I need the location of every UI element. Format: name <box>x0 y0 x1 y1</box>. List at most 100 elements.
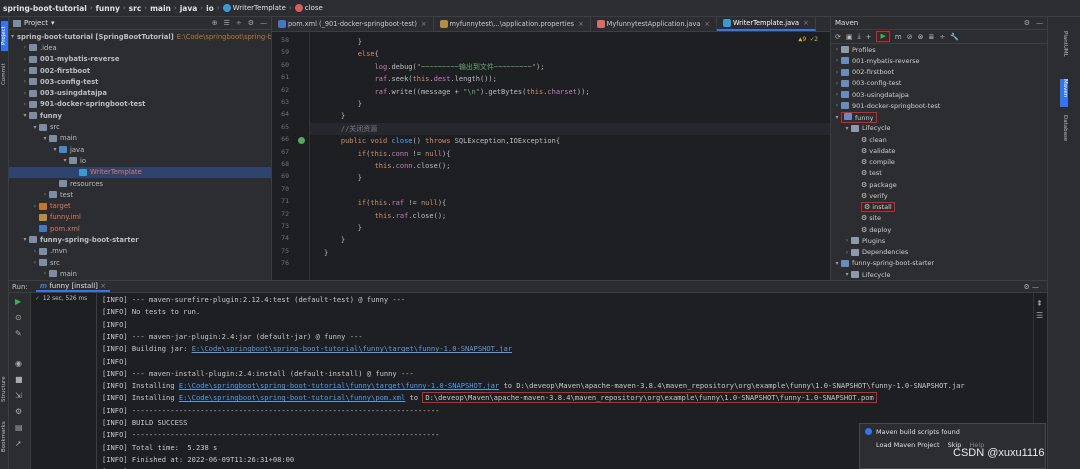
chevron-right-icon[interactable]: › <box>833 46 841 53</box>
gear-icon[interactable]: ⚙ <box>248 19 254 27</box>
project-tree-row[interactable]: WriterTemplate <box>9 166 271 178</box>
maven-tree-row[interactable]: › Dependencies <box>831 247 1047 258</box>
soft-wrap-icon[interactable]: ☰ <box>1036 311 1043 320</box>
collapse-icon[interactable]: ÷ <box>939 33 945 41</box>
chevron-down-icon[interactable]: ▾ <box>11 33 14 40</box>
project-tree-row[interactable]: › target <box>9 200 271 211</box>
code-line[interactable]: raf.write((message + "\n").getBytes(this… <box>310 86 830 98</box>
locate-icon[interactable]: ⊕ <box>212 19 218 27</box>
breadcrumb-item[interactable]: io <box>206 4 214 13</box>
breadcrumb-class[interactable]: WriterTemplate <box>233 4 286 12</box>
maven-tree-row[interactable]: ▾ funny <box>831 111 1047 123</box>
chevron-right-icon[interactable]: › <box>843 237 851 244</box>
code-line[interactable]: if(this.raf != null){ <box>310 197 830 209</box>
project-tree-row[interactable]: ▾ src <box>9 121 271 132</box>
maven-tree-row[interactable]: › Profiles <box>831 44 1047 55</box>
code-line[interactable] <box>310 259 830 271</box>
project-tree-row[interactable]: › .mvn <box>9 246 271 257</box>
gear-icon[interactable]: ⚙ <box>1024 19 1030 27</box>
code-area[interactable]: } else{ log.debug("~~~~~~~~~输出到文件~~~~~~~… <box>310 32 830 280</box>
maven-tree-row[interactable]: ⚙ validate <box>831 145 1047 156</box>
chevron-down-icon[interactable]: ▾ <box>843 125 851 132</box>
code-line[interactable]: } <box>310 36 830 48</box>
chevron-down-icon[interactable]: ▾ <box>21 112 29 119</box>
chevron-down-icon[interactable]: ▾ <box>51 19 55 27</box>
project-tree-row[interactable]: › .idea <box>9 42 271 53</box>
code-line[interactable]: } <box>310 110 830 122</box>
code-line[interactable]: } <box>310 234 830 246</box>
maven-tree-row[interactable]: › 002-firstboot <box>831 67 1047 78</box>
code-line[interactable]: } <box>310 98 830 110</box>
close-icon[interactable]: × <box>803 19 809 27</box>
code-line[interactable] <box>310 185 830 197</box>
chevron-right-icon[interactable]: › <box>21 67 29 74</box>
code-line[interactable]: raf.seek(this.dest.length()); <box>310 73 830 85</box>
close-icon[interactable]: × <box>421 20 427 28</box>
code-line[interactable]: //关闭资源 <box>310 122 830 135</box>
project-tree-row[interactable]: › 001-mybatis-reverse <box>9 54 271 65</box>
gear-icon[interactable]: ⚙ — <box>1023 283 1039 291</box>
project-tree-row[interactable]: › test <box>9 189 271 200</box>
download-icon[interactable]: ⤓ <box>858 32 861 41</box>
chevron-right-icon[interactable]: › <box>21 78 29 85</box>
project-tree-row[interactable]: › main <box>9 268 271 279</box>
project-tree-row[interactable]: pom.xml <box>9 223 271 234</box>
project-tree-row[interactable]: ▾ spring-boot-tutorial [SpringBootTutoria… <box>9 31 271 42</box>
maven-tree-row[interactable]: ▾ Lifecycle <box>831 123 1047 134</box>
chevron-down-icon[interactable]: ▾ <box>31 124 39 131</box>
breakpoint-icon[interactable] <box>298 137 305 145</box>
maven-tree-row[interactable]: › Plugins <box>831 235 1047 246</box>
eye-icon[interactable]: ◉ <box>15 359 22 368</box>
code-line[interactable]: this.conn.close(); <box>310 160 830 172</box>
chevron-down-icon[interactable]: ▾ <box>41 135 49 142</box>
hide-icon[interactable]: — <box>1036 19 1043 27</box>
wrench-icon[interactable]: 🔧 <box>950 33 959 41</box>
editor-tab[interactable]: myfunnytest\...\application.properties × <box>434 17 591 31</box>
file-path-link[interactable]: E:\Code\springboot\spring-boot-tutorial\… <box>192 344 512 353</box>
maven-tree-row[interactable]: ⚙ test <box>831 168 1047 179</box>
code-line[interactable]: } <box>310 222 830 234</box>
plantuml-tool-tab[interactable]: PlantUML <box>1060 31 1068 71</box>
breadcrumb-item[interactable]: java <box>180 4 198 13</box>
code-line[interactable]: this.raf.close(); <box>310 210 830 222</box>
chevron-right-icon[interactable]: › <box>31 203 39 210</box>
skip-tests-icon[interactable]: ⊗ <box>918 33 924 41</box>
code-line[interactable]: log.debug("~~~~~~~~~输出到文件~~~~~~~~~"); <box>310 61 830 73</box>
project-tree-row[interactable]: › 003-config-test <box>9 76 271 87</box>
breadcrumb-item[interactable]: src <box>129 4 142 13</box>
show-dependencies-icon[interactable]: ≣ <box>928 33 934 41</box>
maven-tree-row[interactable]: › 003-config-test <box>831 78 1047 89</box>
structure-tool-tab[interactable]: Structure <box>1 372 8 406</box>
chevron-right-icon[interactable]: › <box>21 56 29 63</box>
maven-tree-row[interactable]: ⚙ verify <box>831 190 1047 201</box>
toggle-offline-icon[interactable]: ⊘ <box>907 33 913 41</box>
maven-tree-row[interactable]: ⚙ install <box>831 202 1047 213</box>
project-title[interactable]: Project <box>24 19 48 27</box>
bookmarks-tool-tab[interactable]: Bookmarks <box>1 417 8 457</box>
stop-icon[interactable]: ■ <box>15 375 23 384</box>
maven-tree-row[interactable]: ⚙ clean <box>831 134 1047 145</box>
settings-icon[interactable]: ⚙ <box>15 407 22 416</box>
chevron-right-icon[interactable]: › <box>843 249 851 256</box>
rerun-icon[interactable]: ▶ <box>15 297 21 306</box>
chevron-right-icon[interactable]: › <box>833 80 841 87</box>
chevron-right-icon[interactable]: › <box>833 91 841 98</box>
maven-tree-row[interactable]: ▾ Lifecycle <box>831 269 1047 280</box>
maven-tree-row[interactable]: ▾ funny-spring-boot-starter <box>831 258 1047 269</box>
export-icon[interactable]: ⇲ <box>15 391 22 400</box>
project-tree-row[interactable]: › 901-docker-springboot-test <box>9 99 271 110</box>
project-tree-row[interactable]: › 003-usingdatajpa <box>9 87 271 98</box>
reload-icon[interactable]: ⟳ <box>835 33 841 41</box>
chevron-down-icon[interactable]: ▾ <box>51 146 59 153</box>
chevron-down-icon[interactable]: ▾ <box>843 271 851 278</box>
chevron-down-icon[interactable]: ▾ <box>833 114 841 121</box>
maven-goal-icon[interactable]: m <box>895 33 902 41</box>
breadcrumb-item[interactable]: funny <box>96 4 120 13</box>
code-line[interactable]: if(this.conn != null){ <box>310 148 830 160</box>
pin-icon[interactable]: ⊙ <box>15 313 22 322</box>
generate-sources-icon[interactable]: ▣ <box>846 33 853 41</box>
chevron-right-icon[interactable]: › <box>833 69 841 76</box>
editor-tab[interactable]: pom.xml (_901-docker-springboot-test) × <box>272 17 434 31</box>
project-tree-row[interactable]: ▾ java <box>9 144 271 155</box>
maven-tool-tab[interactable]: Maven <box>1060 79 1068 107</box>
